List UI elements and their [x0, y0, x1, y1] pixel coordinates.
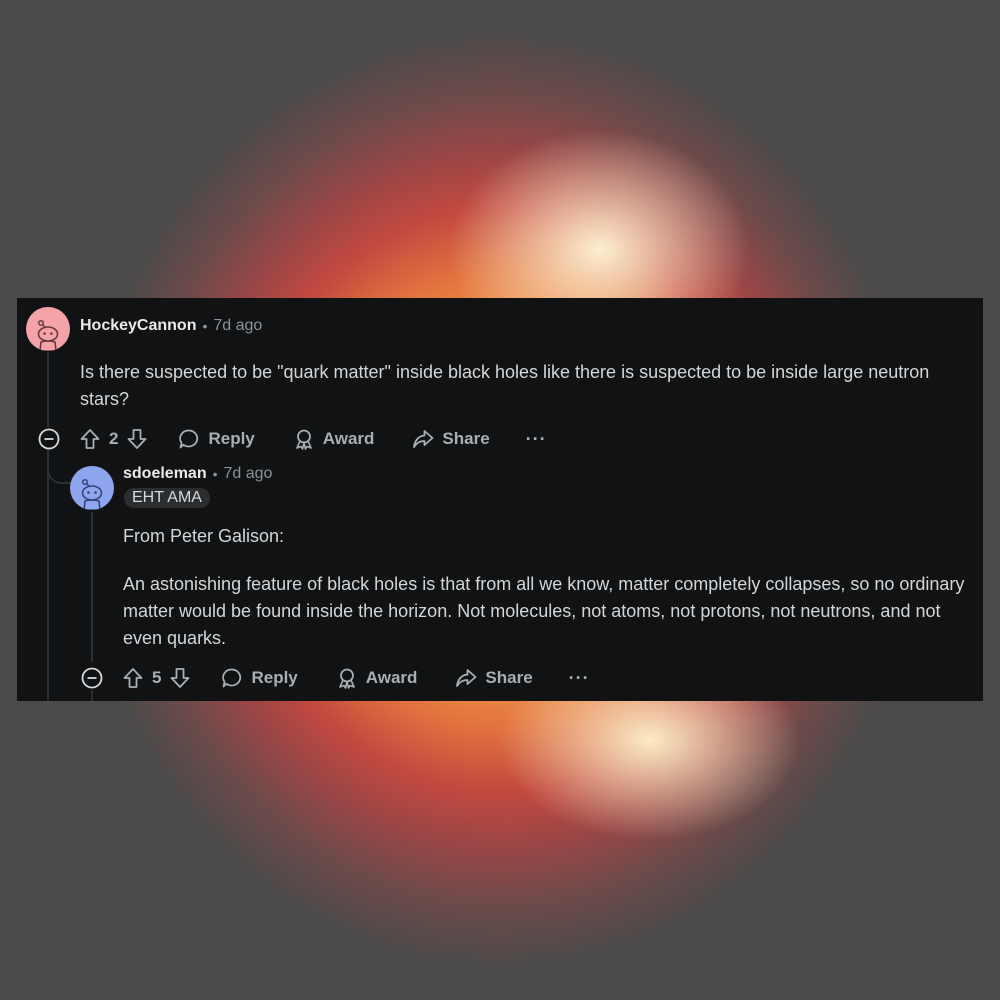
- reply-icon: [179, 429, 199, 449]
- reply-button[interactable]: Reply: [178, 428, 255, 450]
- award-button[interactable]: Award: [293, 428, 375, 450]
- upvote-icon: [123, 668, 143, 688]
- username[interactable]: HockeyCannon: [80, 317, 196, 335]
- share-button[interactable]: Share: [455, 667, 533, 689]
- thread-line[interactable]: [47, 452, 49, 701]
- reply-label: Reply: [251, 668, 298, 687]
- award-icon: [295, 429, 312, 450]
- comment-meta: sdoeleman • 7d ago: [123, 465, 272, 483]
- share-icon: [413, 430, 434, 448]
- share-label: Share: [442, 429, 490, 448]
- share-label: Share: [485, 668, 533, 687]
- username[interactable]: sdoeleman: [123, 465, 207, 483]
- collapse-button[interactable]: [80, 666, 122, 690]
- user-flair: EHT AMA: [124, 488, 210, 508]
- timestamp[interactable]: 7d ago: [213, 317, 262, 335]
- collapse-button[interactable]: [37, 427, 79, 451]
- upvote-button[interactable]: [122, 667, 144, 689]
- vote-count: 5: [152, 668, 162, 687]
- award-button[interactable]: Award: [336, 667, 418, 689]
- vote-count: 2: [109, 429, 119, 448]
- award-label: Award: [365, 668, 418, 687]
- share-icon: [456, 669, 477, 687]
- comment-body: Is there suspected to be "quark matter" …: [80, 362, 930, 409]
- more-options-button[interactable]: ···: [526, 429, 547, 450]
- award-label: Award: [322, 429, 375, 448]
- collapse-icon: [38, 428, 60, 450]
- comment-meta: HockeyCannon • 7d ago: [80, 317, 262, 335]
- reply-label: Reply: [208, 429, 255, 448]
- award-icon: [338, 668, 355, 689]
- downvote-button[interactable]: [169, 667, 191, 689]
- upvote-button[interactable]: [79, 428, 101, 450]
- comment-actions: 2 Reply Award Share ···: [37, 424, 547, 454]
- avatar[interactable]: [26, 307, 70, 351]
- meta-separator: •: [202, 318, 208, 334]
- comment-thread-panel: HockeyCannon • 7d ago Is there suspected…: [17, 298, 983, 701]
- upvote-icon: [80, 429, 100, 449]
- share-button[interactable]: Share: [412, 428, 490, 450]
- timestamp[interactable]: 7d ago: [224, 465, 273, 483]
- comment-body-intro: From Peter Galison:: [123, 526, 285, 546]
- downvote-icon: [171, 668, 190, 688]
- reply-icon: [222, 668, 242, 688]
- collapse-icon: [81, 667, 103, 689]
- meta-separator: •: [212, 466, 218, 482]
- more-options-button[interactable]: ···: [569, 668, 590, 689]
- comment-actions: 5 Reply Award Share ···: [80, 663, 590, 693]
- comment-body: An astonishing feature of black holes is…: [123, 574, 965, 648]
- thread-line[interactable]: [47, 352, 49, 427]
- snoo-avatar-icon: [26, 307, 70, 351]
- snoo-avatar-icon: [70, 466, 114, 510]
- avatar[interactable]: [70, 466, 114, 510]
- thread-line[interactable]: [91, 512, 93, 662]
- downvote-icon: [128, 429, 147, 449]
- reply-button[interactable]: Reply: [221, 667, 298, 689]
- downvote-button[interactable]: [126, 428, 148, 450]
